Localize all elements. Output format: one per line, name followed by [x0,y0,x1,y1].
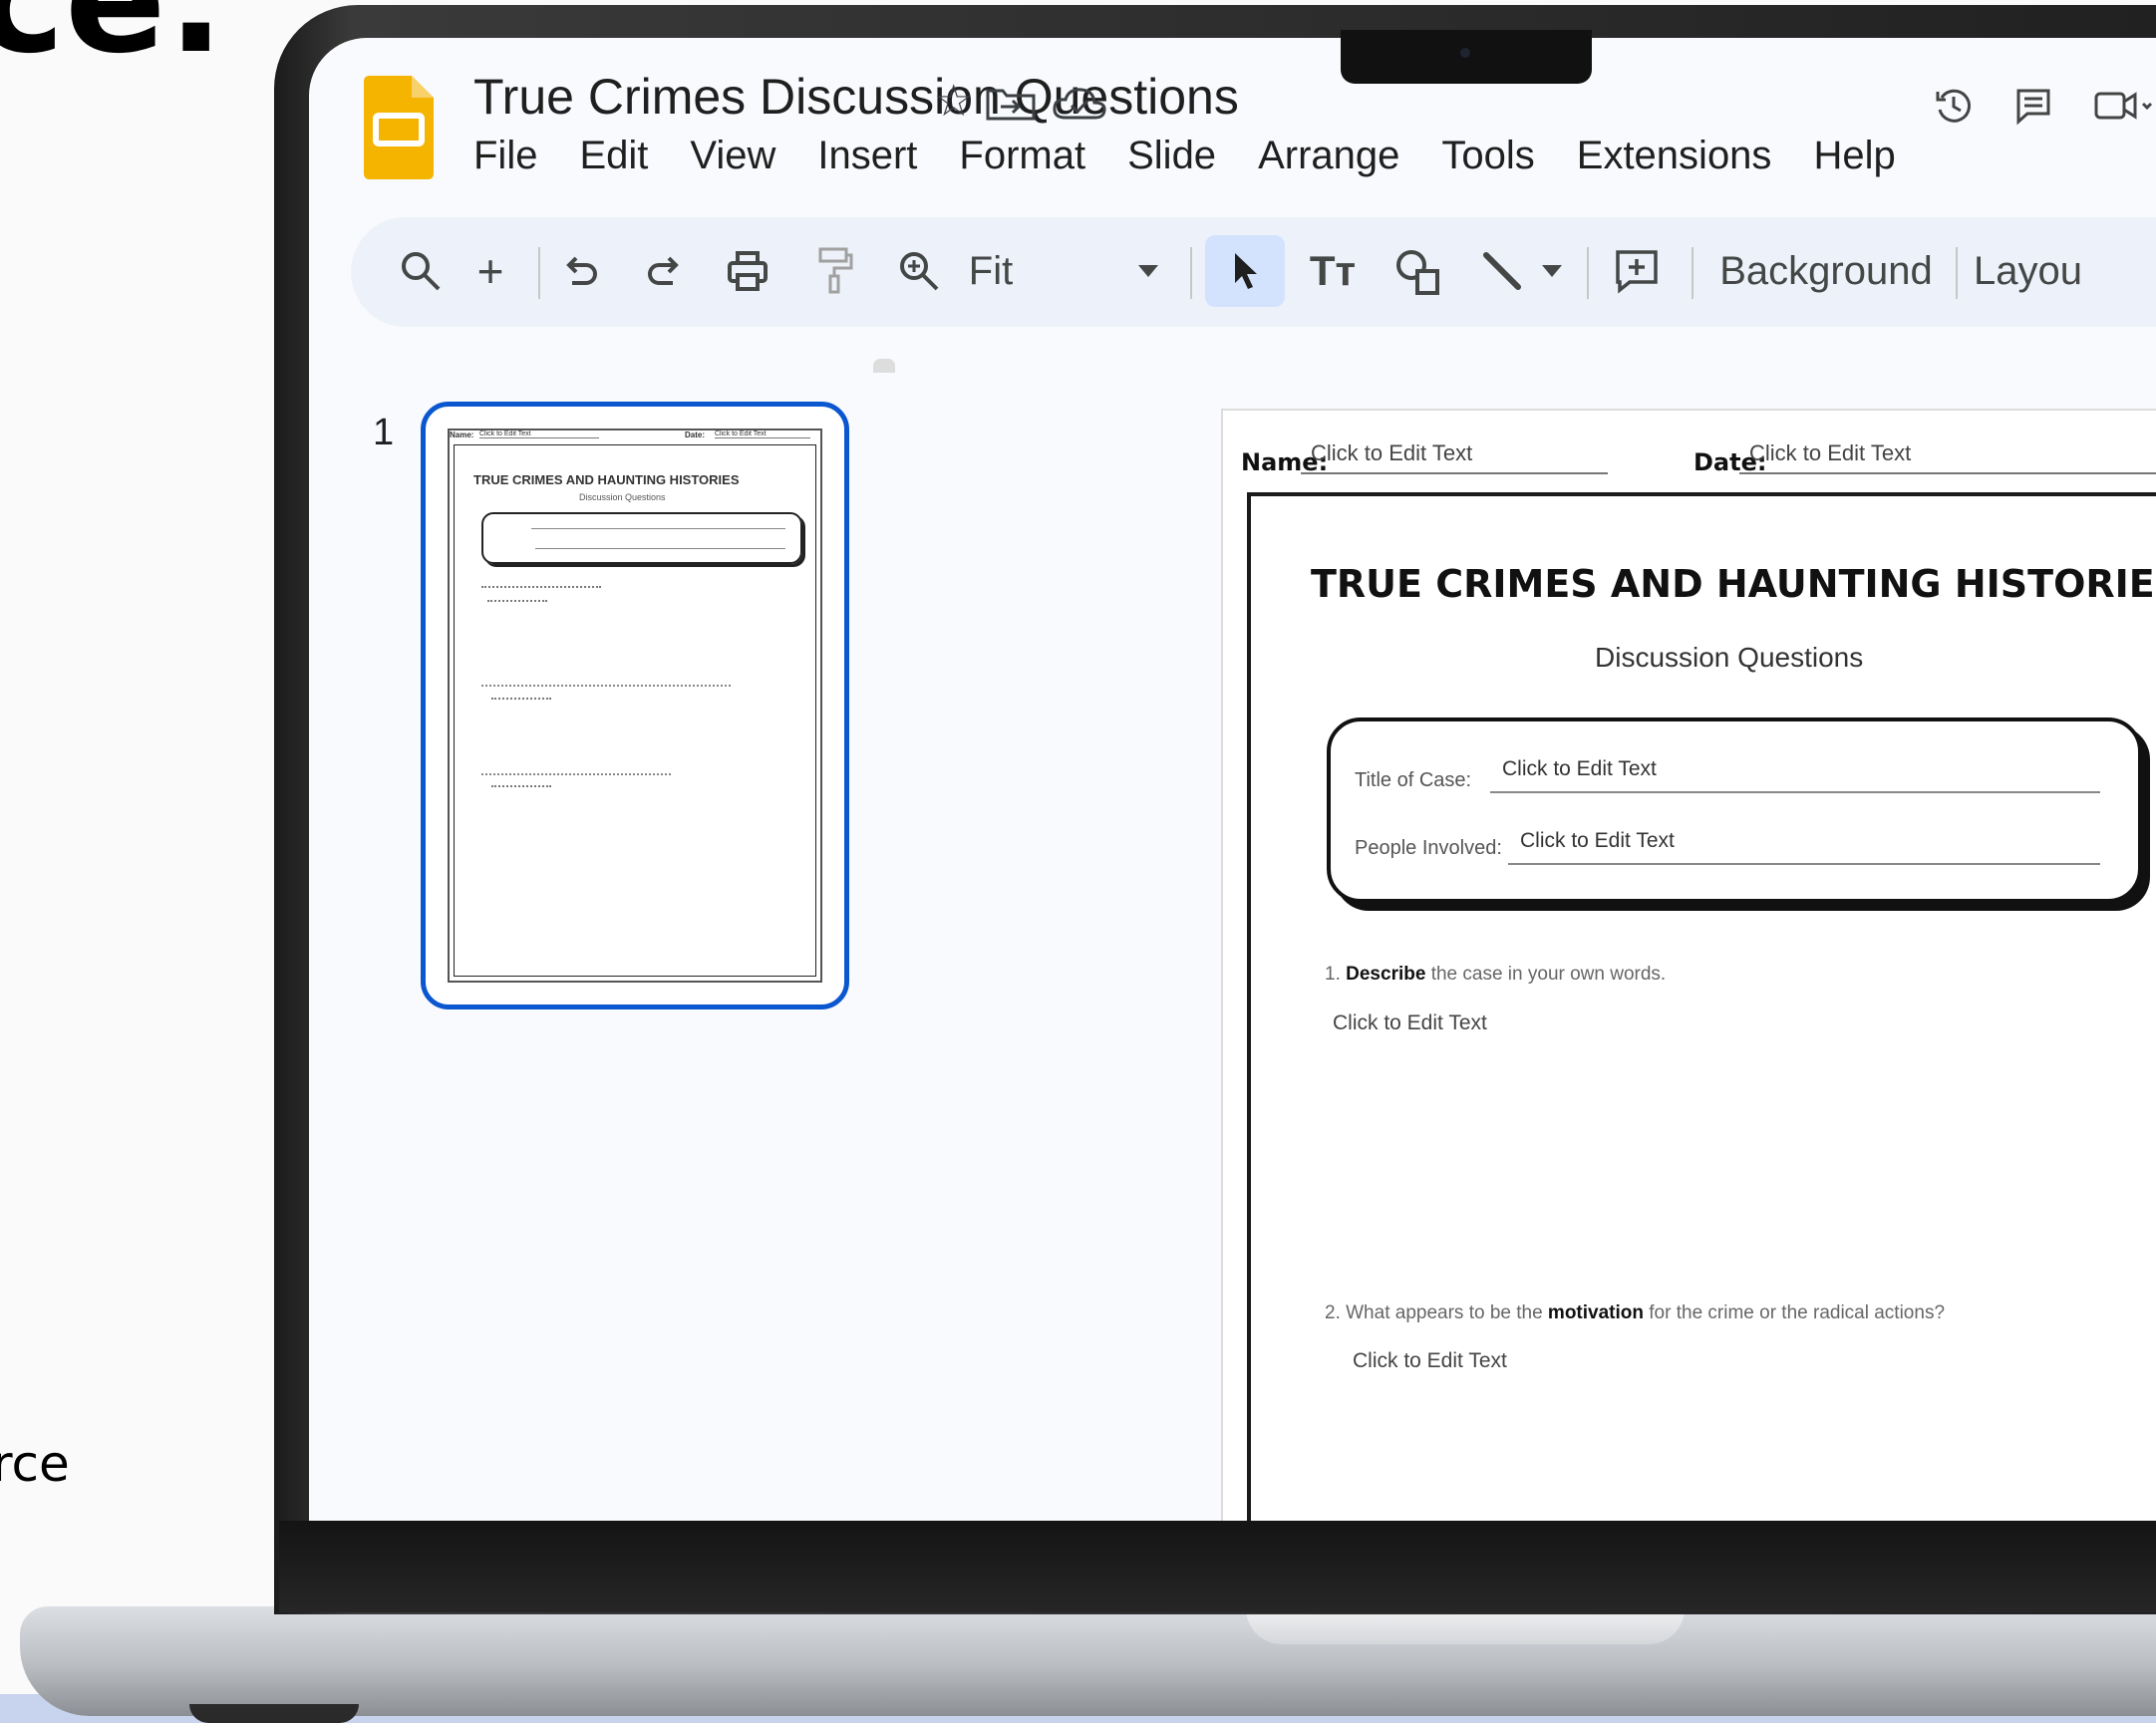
move-to-folder-icon[interactable] [985,86,1037,122]
question-1: 1. Describe the case in your own words. [1325,964,1666,986]
case-title-label: Title of Case: [1355,769,1472,791]
people-involved-label: People Involved: [1355,837,1502,859]
question-1-text: the case in your own words. [1430,964,1667,985]
select-cursor-icon[interactable] [1205,235,1285,307]
case-title-field[interactable]: Click to Edit Text [1490,757,2100,793]
menu-help[interactable]: Help [1813,134,1895,178]
thumbnail-date-label: Date: [685,431,706,439]
zoom-icon[interactable] [889,235,949,307]
menu-extensions[interactable]: Extensions [1577,134,1772,178]
comments-icon[interactable] [2013,86,2053,126]
menu-bar: File Edit View Insert Format Slide Arran… [473,134,1896,178]
line-dropdown-icon[interactable] [1537,235,1567,307]
question-2-text: for the crime or the radical actions? [1649,1302,1946,1323]
thumbnail-case-box [481,512,802,564]
zoom-dropdown-icon[interactable] [1128,235,1168,307]
thumbnail-name-value: Click to Edit Text [479,431,599,438]
menu-view[interactable]: View [690,134,775,178]
star-icon[interactable]: ☆ [934,76,973,127]
thumbnail-date-value: Click to Edit Text [715,431,810,438]
backdrop-headline: ce: [0,0,226,87]
menu-format[interactable]: Format [959,134,1085,178]
text-box-icon[interactable]: Tт [1298,235,1368,307]
laptop-base [20,1606,2156,1716]
camera-notch [1341,30,1592,84]
new-slide-icon[interactable]: + [461,235,520,307]
question-1-keyword: Describe [1346,964,1426,985]
search-menus-icon[interactable] [391,235,451,307]
slide-subtitle[interactable]: Discussion Questions [1595,642,1863,674]
thumbnail-line [491,698,551,700]
date-field[interactable]: Click to Edit Text [1739,440,2156,474]
toolbar-divider [538,247,540,299]
thumbnail-line [481,685,731,687]
print-icon[interactable] [718,235,777,307]
thumbnail-title: TRUE CRIMES AND HAUNTING HISTORIES [473,472,740,487]
thumbnail-subtitle: Discussion Questions [579,492,666,502]
thumbnail-line [491,785,551,787]
google-slides-logo-icon[interactable] [364,76,436,211]
zoom-value[interactable]: Fit [951,235,1031,307]
paint-format-icon[interactable] [804,235,864,307]
question-2-prefix: 2. What appears to be the [1325,1302,1543,1323]
camera-lens [1460,48,1470,58]
insert-comment-icon[interactable] [1607,235,1667,307]
shape-icon[interactable] [1387,235,1447,307]
menu-insert[interactable]: Insert [817,134,917,178]
menu-edit[interactable]: Edit [579,134,648,178]
meet-icon[interactable] [2093,88,2153,124]
menu-slide[interactable]: Slide [1127,134,1216,178]
people-involved-field[interactable]: Click to Edit Text [1508,829,2100,865]
toolbar-divider [1587,247,1589,299]
answer-1-field[interactable]: Click to Edit Text [1333,1011,1487,1035]
laptop-chin [279,1521,2156,1612]
cloud-saved-icon[interactable] [1052,86,1107,122]
thumbnail-line [487,600,547,602]
background-button[interactable]: Background [1711,235,1941,307]
menu-file[interactable]: File [473,134,537,178]
undo-icon[interactable] [550,235,610,307]
document-title[interactable]: True Crimes Discussion Questions [473,68,1239,126]
menu-tools[interactable]: Tools [1441,134,1534,178]
slide-title[interactable]: TRUE CRIMES AND HAUNTING HISTORIES [1311,562,2156,606]
thumbnail-page: Name: Click to Edit Text Date: Click to … [448,429,822,983]
menu-arrange[interactable]: Arrange [1258,134,1399,178]
question-1-number: 1. [1325,964,1341,985]
filmstrip-scroll-handle[interactable] [873,359,895,373]
toolbar-divider [1692,247,1694,299]
slide-canvas[interactable]: Name: Click to Edit Text Date: Click to … [1221,409,2156,1521]
backdrop-side-text: rce [0,1435,70,1493]
case-info-box: Title of Case: Click to Edit Text People… [1327,718,2142,903]
question-2: 2. What appears to be the motivation for… [1325,1302,1945,1324]
slide-number: 1 [373,412,395,453]
toolbar: + Fit Tт Background Layou [351,217,2156,327]
slide-thumbnail[interactable]: Name: Click to Edit Text Date: Click to … [421,402,849,1009]
toolbar-divider [1190,247,1192,299]
screen: True Crimes Discussion Questions ☆ File … [309,38,2156,1521]
laptop-foot [189,1704,359,1723]
thumbnail-line [481,773,671,775]
thumbnail-line [481,586,601,588]
toolbar-divider [1956,247,1958,299]
line-icon[interactable] [1472,235,1532,307]
answer-2-field[interactable]: Click to Edit Text [1353,1349,1507,1373]
redo-icon[interactable] [635,235,695,307]
layout-button[interactable]: Layou [1974,235,2113,307]
version-history-icon[interactable] [1934,86,1974,126]
name-field[interactable]: Click to Edit Text [1301,440,1608,474]
thumbnail-name-label: Name: [450,431,474,439]
question-2-keyword: motivation [1547,1302,1644,1323]
